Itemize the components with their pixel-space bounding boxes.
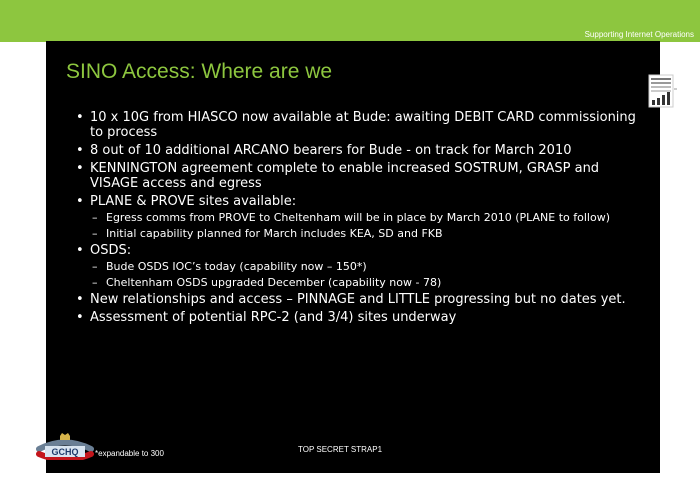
sub-bullet-item: Egress comms from PROVE to Cheltenham wi… [90, 211, 642, 224]
bullet-text: Assessment of potential RPC-2 (and 3/4) … [90, 310, 457, 325]
bullet-list: 10 x 10G from HIASCO now available at Bu… [72, 110, 642, 325]
bullet-item: OSDS: Bude OSDS IOC’s today (capability n… [72, 243, 642, 289]
sub-bullet-item: Initial capability planned for March inc… [90, 227, 642, 240]
sub-bullet-item: Cheltenham OSDS upgraded December (capab… [90, 276, 642, 289]
bullet-item: Assessment of potential RPC-2 (and 3/4) … [72, 310, 642, 325]
bullet-item: New relationships and access – PINNAGE a… [72, 292, 642, 307]
bullet-text: OSDS: [90, 243, 132, 258]
bullet-text: 10 x 10G from HIASCO now available at Bu… [90, 110, 636, 140]
bullet-item: 8 out of 10 additional ARCANO bearers fo… [72, 143, 642, 158]
sub-bullet-item: Bude OSDS IOC’s today (capability now – … [90, 260, 642, 273]
page-number: 7 [677, 465, 681, 471]
slide: Supporting Internet Operations SINO Acce… [0, 0, 700, 495]
sub-bullet-list: Egress comms from PROVE to Cheltenham wi… [90, 211, 642, 240]
slide-title: SINO Access: Where are we [66, 60, 333, 83]
bullet-text: 8 out of 10 additional ARCANO bearers fo… [90, 143, 572, 158]
classification-label: TOP SECRET STRAP1 [298, 445, 383, 454]
bullet-text: New relationships and access – PINNAGE a… [90, 292, 626, 307]
bar-chart-icon [648, 74, 677, 108]
header-tagline: Supporting Internet Operations [584, 30, 694, 39]
gchq-logo-icon: GCHQ [36, 433, 94, 460]
sub-bullet-list: Bude OSDS IOC’s today (capability now – … [90, 260, 642, 289]
bullet-item: 10 x 10G from HIASCO now available at Bu… [72, 110, 642, 140]
bullet-text: KENNINGTON agreement complete to enable … [90, 161, 600, 191]
bullet-list-container: 10 x 10G from HIASCO now available at Bu… [72, 110, 642, 328]
bullet-item: KENNINGTON agreement complete to enable … [72, 161, 642, 191]
bullet-item: PLANE & PROVE sites available: Egress com… [72, 194, 642, 240]
gchq-logo-text: GCHQ [52, 447, 79, 457]
bullet-text: PLANE & PROVE sites available: [90, 194, 297, 209]
footnote: *expandable to 300 [95, 449, 164, 458]
header-bar: Supporting Internet Operations [0, 0, 700, 42]
